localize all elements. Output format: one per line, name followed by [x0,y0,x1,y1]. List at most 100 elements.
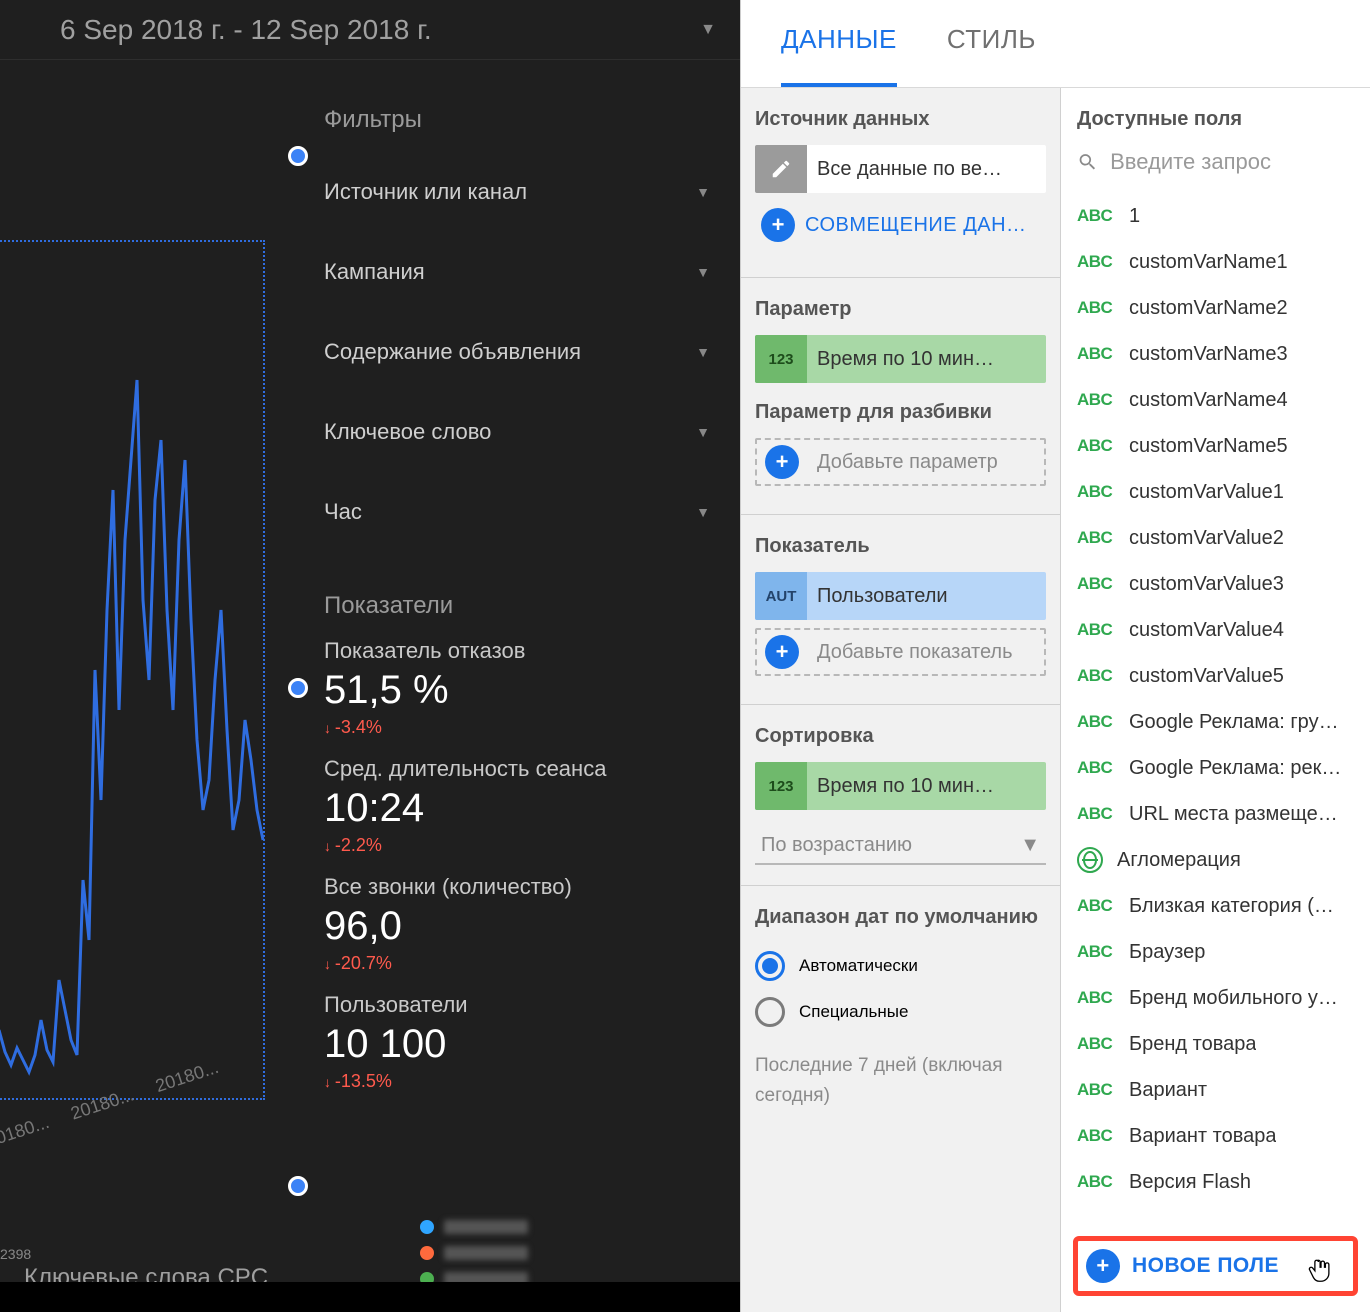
field-item[interactable]: ABCcustomVarName2 [1061,285,1370,331]
filter-hour[interactable]: Час▼ [324,472,710,552]
date-range-label: 6 Sep 2018 г. - 12 Sep 2018 г. [60,14,432,46]
field-item[interactable]: ABCGoogle Реклама: рек… [1061,745,1370,791]
add-metric-button[interactable]: + Добавьте показатель [755,628,1046,676]
field-item[interactable]: ABCcustomVarName4 [1061,377,1370,423]
filter-source[interactable]: Источник или канал▼ [324,152,710,232]
field-name: Бренд товара [1129,1033,1256,1056]
type-abc-icon: ABC [1077,344,1115,364]
type-abc-icon: ABC [1077,988,1115,1008]
type-abc-icon: ABC [1077,666,1115,686]
pencil-icon [755,145,807,193]
blend-data-button[interactable]: + СОВМЕЩЕНИЕ ДАНН… [755,201,1046,249]
chevron-down-icon: ▼ [1020,834,1040,857]
selection-handle-icon[interactable] [288,1176,308,1196]
type-abc-icon: ABC [1077,1172,1115,1192]
field-name: Вариант [1129,1079,1207,1102]
type-abc-icon: ABC [1077,206,1115,226]
field-item[interactable]: ABCcustomVarName5 [1061,423,1370,469]
legend-dot-icon [420,1220,434,1234]
field-name: customVarName1 [1129,251,1288,274]
field-item[interactable]: ABCcustomVarName3 [1061,331,1370,377]
selection-handle-icon[interactable] [288,146,308,166]
type-abc-icon: ABC [1077,528,1115,548]
field-item[interactable]: ABC customVarValue4 [1061,607,1370,653]
dimension-chip[interactable]: 123 Время по 10 мин… [755,335,1046,383]
field-item[interactable]: ABC Браузер [1061,929,1370,975]
type-abc-icon: ABC [1077,252,1115,272]
small-number: 2398 [0,1246,31,1262]
selection-handle-icon[interactable] [288,678,308,698]
breakdown-label: Параметр для разбивки [755,401,1046,424]
filter-keyword[interactable]: Ключевое слово▼ [324,392,710,472]
data-source-label: Источник данных [755,108,1046,131]
metric-session-duration: Сред. длительность сеанса 10:24 -2.2% [324,756,710,856]
sort-chip[interactable]: 123 Время по 10 мин… [755,762,1046,810]
field-name: Близкая категория (… [1129,895,1334,918]
tab-style[interactable]: СТИЛЬ [947,24,1036,87]
field-item[interactable]: ABCURL места размеще… [1061,791,1370,837]
field-item[interactable]: ABCВариант товара [1061,1113,1370,1159]
plus-icon: + [761,208,795,242]
filter-campaign[interactable]: Кампания▼ [324,232,710,312]
sort-order-dropdown[interactable]: По возрастанию ▼ [755,818,1046,865]
field-item[interactable]: ABC customVarValue1 [1061,469,1370,515]
field-item[interactable]: ABCGoogle Реклама: гру… [1061,699,1370,745]
date-hint: Последние 7 дней (включая сегодня) [755,1051,1046,1112]
field-name: Версия Flash [1129,1171,1251,1194]
sort-label: Сортировка [755,725,1046,748]
field-item[interactable]: ABCcustomVarValue5 [1061,653,1370,699]
field-item[interactable]: ABC customVarName1 [1061,239,1370,285]
field-item[interactable]: ABC1 [1061,193,1370,239]
chevron-down-icon: ▼ [696,504,710,520]
type-abc-icon: ABC [1077,436,1115,456]
field-name: Вариант товара [1129,1125,1276,1148]
legend [420,1220,528,1286]
tab-data[interactable]: ДАННЫЕ [781,24,897,87]
date-auto-radio[interactable]: Автоматически [755,943,1046,989]
date-range-picker[interactable]: 6 Sep 2018 г. - 12 Sep 2018 г. ▼ [0,0,740,60]
field-item[interactable]: ABCБренд мобильного у… [1061,975,1370,1021]
field-name: customVarValue1 [1129,481,1284,504]
new-field-button[interactable]: + НОВОЕ ПОЛЕ [1086,1249,1279,1283]
chevron-down-icon: ▼ [696,344,710,360]
fields-search-input[interactable] [1110,149,1354,175]
type-abc-icon: ABC [1077,942,1115,962]
fields-list: ABC1ABCcustomVarName1ABCcustomVarName2AB… [1061,193,1370,1224]
field-item[interactable]: ABCБренд товара [1061,1021,1370,1067]
plus-icon: + [765,635,799,669]
field-name: Google Реклама: рек… [1129,757,1341,780]
field-name: customVarValue4 [1129,619,1284,642]
globe-icon [1077,847,1103,873]
metrics-title: Показатели [324,592,710,620]
field-item[interactable]: ABC Вариант [1061,1067,1370,1113]
line-chart[interactable] [0,240,265,1180]
data-source-chip[interactable]: Все данные по ве… [755,145,1046,193]
filter-adcontent[interactable]: Содержание объявления▼ [324,312,710,392]
field-name: customVarValue2 [1129,527,1284,550]
metric-chip[interactable]: AUT Пользователи [755,572,1046,620]
type-auto-icon: AUT [755,572,807,620]
field-item[interactable]: ABCБлизкая категория (… [1061,883,1370,929]
radio-unchecked-icon [755,997,785,1027]
field-item[interactable]: Агломерация [1061,837,1370,883]
add-dimension-button[interactable]: + Добавьте параметр [755,438,1046,486]
type-abc-icon: ABC [1077,620,1115,640]
type-abc-icon: ABC [1077,298,1115,318]
field-name: Агломерация [1117,849,1241,872]
field-item[interactable]: ABC Версия Flash [1061,1159,1370,1205]
field-item[interactable]: ABCcustomVarValue3 [1061,561,1370,607]
chevron-down-icon: ▼ [696,264,710,280]
date-custom-radio[interactable]: Специальные [755,989,1046,1035]
fields-search[interactable] [1061,139,1370,193]
dimension-label: Параметр [755,298,1046,321]
field-item[interactable]: ABC customVarValue2 [1061,515,1370,561]
type-abc-icon: ABC [1077,1080,1115,1100]
legend-dot-icon [420,1246,434,1260]
type-number-icon: 123 [755,762,807,810]
type-abc-icon: ABC [1077,482,1115,502]
field-name: Google Реклама: гру… [1129,711,1339,734]
field-name: Браузер [1129,941,1205,964]
metric-users: Пользователи 10 100 -13.5% [324,992,710,1092]
date-range-label: Диапазон дат по умолчанию [755,906,1046,929]
new-field-highlight: + НОВОЕ ПОЛЕ [1073,1236,1358,1296]
